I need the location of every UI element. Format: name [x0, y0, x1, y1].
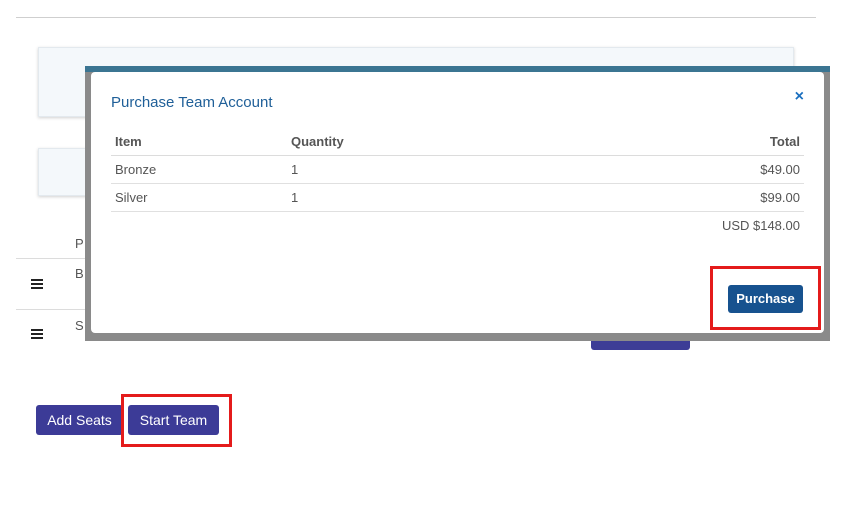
column-header-total: Total	[587, 128, 804, 156]
background-column-header: P	[75, 236, 84, 251]
column-header-quantity: Quantity	[287, 128, 587, 156]
row-quantity: 1	[287, 183, 587, 212]
row-item: Bronze	[111, 155, 287, 184]
hamburger-icon[interactable]	[31, 329, 43, 339]
row-total: $49.00	[587, 155, 804, 184]
top-divider	[16, 17, 816, 18]
grand-total: USD $148.00	[721, 218, 800, 233]
modal-title: Purchase Team Account	[111, 94, 273, 111]
hamburger-icon[interactable]	[31, 279, 43, 289]
close-icon[interactable]: ×	[795, 88, 804, 106]
table-row: Silver 1 $99.00	[111, 183, 804, 212]
start-team-highlight	[121, 394, 232, 447]
background-row-label: S	[75, 318, 84, 333]
table-header-row: Item Quantity Total	[111, 128, 804, 156]
purchase-highlight	[710, 266, 821, 330]
table-row: Bronze 1 $49.00	[111, 155, 804, 184]
purchase-table: Item Quantity Total Bronze 1 $49.00 Silv…	[111, 128, 804, 212]
add-seats-button[interactable]: Add Seats	[36, 405, 123, 435]
row-total: $99.00	[587, 183, 804, 212]
row-item: Silver	[111, 183, 287, 212]
row-quantity: 1	[287, 155, 587, 184]
column-header-item: Item	[111, 128, 287, 156]
background-row-label: B	[75, 266, 84, 281]
